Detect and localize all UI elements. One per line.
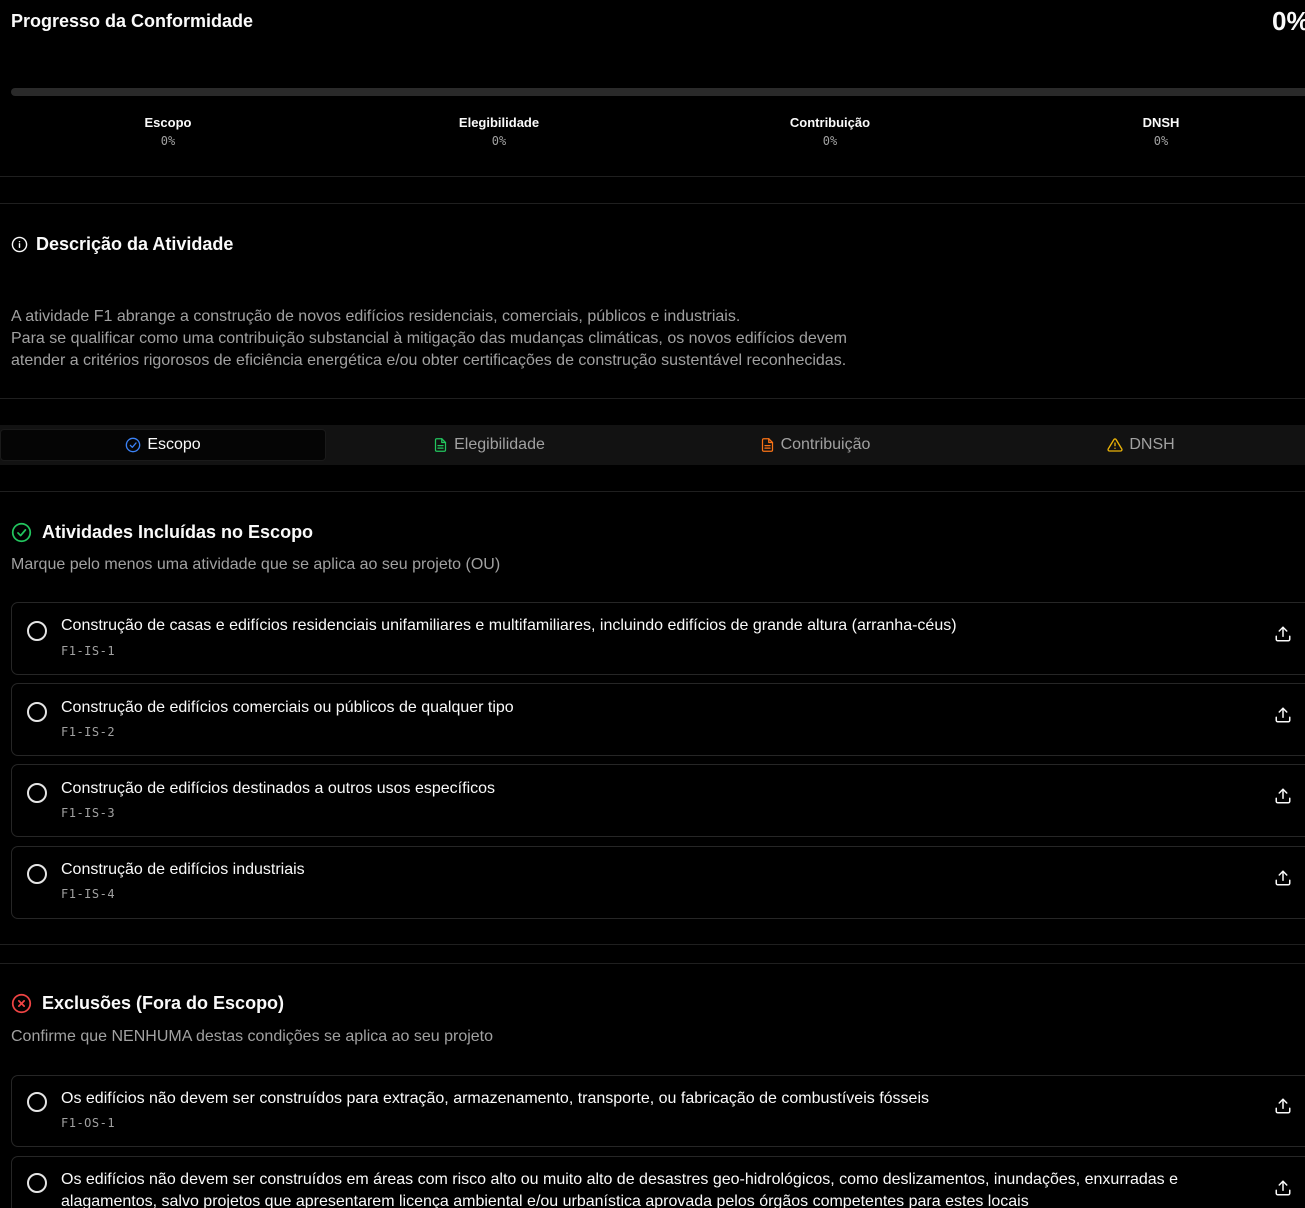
item-code: F1-IS-1: [61, 644, 116, 658]
tab-elegibilidade[interactable]: Elegibilidade: [326, 425, 652, 465]
stat-escopo: Escopo 0%: [68, 115, 268, 148]
tab-contribuicao[interactable]: Contribuição: [652, 425, 978, 465]
upload-icon[interactable]: [1274, 787, 1292, 805]
description-header: Descrição da Atividade: [11, 234, 233, 255]
progress-title: Progresso da Conformidade: [11, 11, 254, 31]
included-item-3[interactable]: Construção de edifícios destinados a out…: [11, 764, 1305, 837]
radio-button[interactable]: [27, 864, 47, 884]
stat-elegibilidade: Elegibilidade 0%: [399, 115, 599, 148]
check-circle-icon: [125, 437, 141, 453]
stat-value: 0%: [822, 134, 838, 148]
activity-description-card: Descrição da Atividade A atividade F1 ab…: [0, 203, 1305, 399]
tab-escopo[interactable]: Escopo: [0, 429, 326, 461]
exclusions-header: Exclusões (Fora do Escopo): [11, 993, 284, 1014]
item-text: Construção de edifícios industriais: [61, 861, 305, 878]
tab-label: DNSH: [1129, 436, 1175, 453]
item-text: Os edifícios não devem ser construídos p…: [61, 1090, 929, 1107]
item-code: F1-IS-2: [61, 725, 116, 739]
radio-button[interactable]: [27, 1092, 47, 1112]
exclusions-section: Exclusões (Fora do Escopo) Confirme que …: [0, 963, 1305, 1208]
included-title: Atividades Incluídas no Escopo: [42, 522, 314, 542]
item-text: Construção de edifícios destinados a out…: [61, 780, 496, 797]
progress-bar: [11, 88, 1305, 96]
stat-label: DNSH: [1142, 115, 1180, 130]
included-item-2[interactable]: Construção de edifícios comerciais ou pú…: [11, 683, 1305, 756]
description-text: A atividade F1 abrange a construção de n…: [11, 306, 911, 372]
included-subtitle: Marque pelo menos uma atividade que se a…: [11, 556, 501, 573]
file-text-icon: [760, 437, 775, 453]
included-item-4[interactable]: Construção de edifícios industriais F1-I…: [11, 846, 1305, 919]
upload-icon[interactable]: [1274, 1179, 1292, 1197]
stat-value: 0%: [491, 134, 507, 148]
stat-value: 0%: [1153, 134, 1169, 148]
tab-label: Elegibilidade: [454, 436, 545, 453]
upload-icon[interactable]: [1274, 1097, 1292, 1115]
stat-label: Escopo: [144, 115, 192, 130]
upload-icon[interactable]: [1274, 625, 1292, 643]
exclusion-item-2[interactable]: Os edifícios não devem ser construídos e…: [11, 1156, 1305, 1208]
item-code: F1-IS-3: [61, 806, 116, 820]
check-circle-icon: [11, 522, 32, 543]
criteria-tabs: Escopo Elegibilidade Contribuição DNSH: [0, 425, 1305, 465]
file-text-icon: [433, 437, 448, 453]
tab-dnsh[interactable]: DNSH: [978, 425, 1304, 465]
stat-value: 0%: [160, 134, 176, 148]
radio-button[interactable]: [27, 621, 47, 641]
description-line: A atividade F1 abrange a construção de n…: [11, 308, 741, 325]
description-line: atender a critérios rigorosos de eficiên…: [11, 352, 847, 369]
description-line: Para se qualificar como uma contribuição…: [11, 330, 847, 347]
stat-label: Elegibilidade: [458, 115, 540, 130]
item-code: F1-IS-4: [61, 887, 116, 901]
exclusions-subtitle: Confirme que NENHUMA destas condições se…: [11, 1028, 494, 1045]
item-text: Construção de casas e edifícios residenc…: [61, 617, 957, 634]
included-item-1[interactable]: Construção de casas e edifícios residenc…: [11, 602, 1305, 675]
item-text: Os edifícios não devem ser construídos e…: [61, 1171, 1179, 1208]
progress-percent: 0%: [1272, 6, 1305, 36]
radio-button[interactable]: [27, 702, 47, 722]
stat-label: Contribuição: [789, 115, 871, 130]
radio-button[interactable]: [27, 1173, 47, 1193]
item-text: Construção de edifícios comerciais ou pú…: [61, 699, 514, 716]
included-activities-section: Atividades Incluídas no Escopo Marque pe…: [0, 491, 1305, 945]
info-icon: [11, 236, 28, 253]
tab-label: Escopo: [147, 436, 201, 453]
exclusion-item-1[interactable]: Os edifícios não devem ser construídos p…: [11, 1075, 1305, 1147]
x-circle-icon: [11, 993, 32, 1014]
included-header: Atividades Incluídas no Escopo: [11, 522, 313, 543]
item-code: F1-OS-1: [61, 1116, 116, 1130]
compliance-progress-card: Progresso da Conformidade 0% Escopo 0% E…: [0, 0, 1305, 177]
tab-label: Contribuição: [780, 436, 871, 453]
upload-icon[interactable]: [1274, 706, 1292, 724]
radio-button[interactable]: [27, 783, 47, 803]
warning-triangle-icon: [1107, 437, 1123, 453]
exclusions-title: Exclusões (Fora do Escopo): [42, 993, 285, 1013]
stat-contribuicao: Contribuição 0%: [730, 115, 930, 148]
stat-dnsh: DNSH 0%: [1061, 115, 1261, 148]
description-title: Descrição da Atividade: [36, 234, 234, 254]
upload-icon[interactable]: [1274, 869, 1292, 887]
